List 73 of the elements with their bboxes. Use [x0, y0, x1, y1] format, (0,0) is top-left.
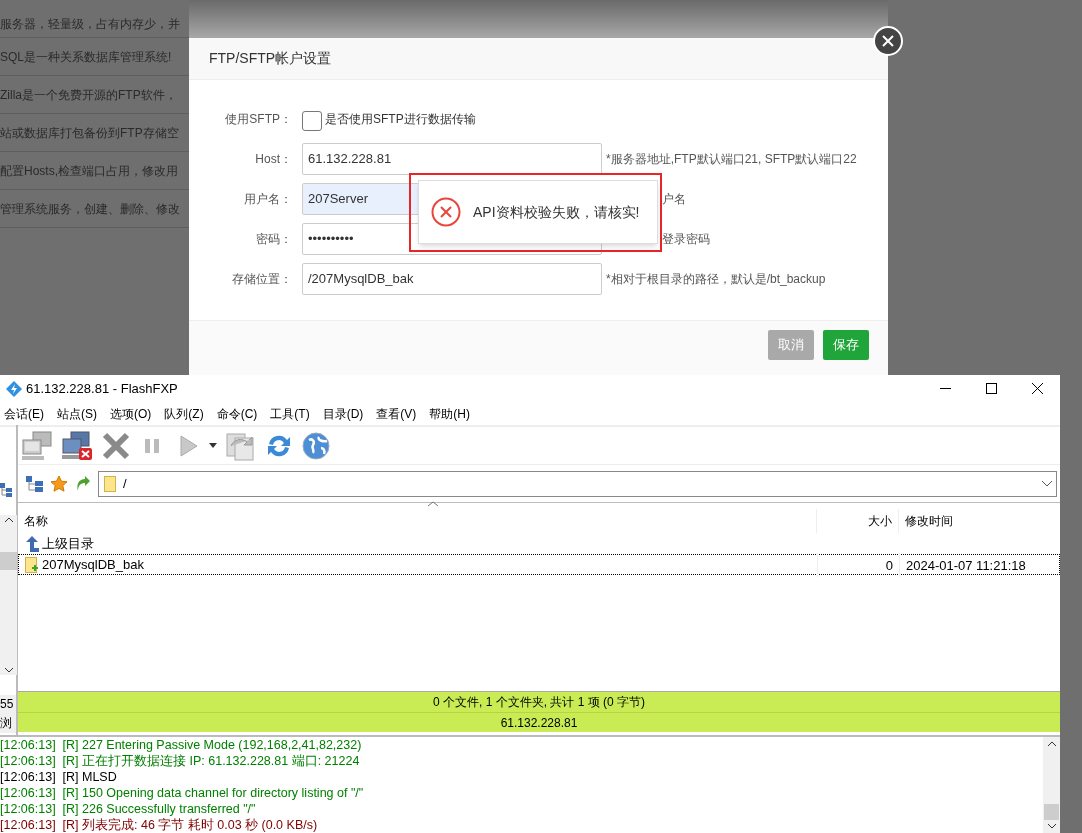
menu-item[interactable]: 队列(Z) — [164, 404, 204, 423]
log-line: [12:06:13] [R] 正在打开数据连接 IP: 61.132.228.81 端口: 21224 — [0, 753, 361, 769]
dialog-title: FTP/SFTP帐户设置 — [209, 49, 332, 68]
log-line: [12:06:13] [R] 列表完成: 46 字节 耗时 0.03 秒 (0.0 KB/s) — [0, 817, 319, 833]
log-line: [12:06:13] [R] 226 Successfully transferred "/" — [0, 801, 257, 817]
field-label: 用户名： — [244, 192, 292, 206]
field-label: 使用SFTP： — [225, 112, 292, 126]
menu-item[interactable]: 查看(V) — [376, 404, 417, 423]
list-text: 服务器，轻量级，占有内存少，并 — [0, 16, 180, 33]
up-arrow-icon — [25, 535, 39, 552]
folder-icon — [104, 475, 116, 492]
file-size: 0 — [885, 557, 893, 573]
status-text: 61.132.228.81 — [18, 712, 1060, 732]
abort-icon[interactable] — [101, 430, 131, 461]
status-text: 0 个文件, 1 个文件夹, 共计 1 项 (0 字节) — [432, 694, 646, 711]
star-icon[interactable] — [50, 474, 68, 493]
tree-icon[interactable] — [26, 475, 44, 492]
log-line: [12:06:13] [R] 227 Entering Passive Mode (192,168,2,41,82,232) — [0, 737, 363, 753]
field-hint: *服务器地址,FTP默认端口21, SFTP默认端口22 — [606, 151, 857, 168]
checkbox[interactable] — [302, 110, 322, 131]
column-header[interactable]: 名称 — [24, 512, 48, 530]
pane-label: 55 — [0, 696, 15, 713]
window-title: 61.132.228.81 - FlashFXP — [26, 379, 179, 398]
field-label: Host： — [255, 152, 292, 166]
scroll-up-icon[interactable] — [1047, 741, 1056, 746]
globe-icon[interactable] — [301, 430, 331, 461]
menu-item[interactable]: 帮助(H) — [429, 404, 470, 423]
menu-item[interactable]: 目录(D) — [322, 404, 364, 423]
column-header[interactable]: 修改时间 — [905, 512, 953, 530]
file-name: 上级目录 — [42, 534, 94, 553]
file-row[interactable]: 207MysqlDB_bak 0 2024-01-07 11:21:18 — [18, 554, 1060, 575]
pane-label: 浏 — [0, 715, 13, 732]
caret-icon[interactable] — [209, 443, 217, 448]
field-label: 存储位置： — [232, 272, 292, 286]
list-text: 配置Hosts,检查端口占用，修改用 — [0, 162, 178, 180]
scrollbar[interactable] — [0, 515, 17, 675]
text-field[interactable]: /207MysqlDB_bak — [302, 263, 602, 295]
file-row[interactable]: 上级目录 — [18, 533, 1060, 554]
checkbox-label: 是否使用SFTP进行数据传输 — [325, 111, 476, 128]
error-icon — [431, 197, 461, 227]
menu-item[interactable]: 工具(T) — [270, 404, 310, 423]
scrollbar[interactable] — [1043, 737, 1060, 833]
menu-item[interactable]: 命令(C) — [216, 404, 258, 423]
menu-item[interactable]: 站点(S) — [57, 404, 97, 423]
computers-icon[interactable] — [21, 430, 53, 461]
file-name: 207MysqlDB_bak — [42, 555, 144, 574]
scroll-thumb[interactable] — [0, 552, 17, 570]
field-hint: 登录密码 — [662, 231, 710, 248]
menu-item[interactable]: 选项(O) — [110, 404, 152, 423]
disconnect-icon[interactable] — [61, 430, 93, 461]
text-field[interactable]: 61.132.228.81 — [302, 143, 602, 175]
app-logo-icon — [6, 380, 22, 397]
tree-icon[interactable] — [0, 483, 12, 497]
dropdown-icon[interactable] — [1042, 480, 1052, 487]
path-field[interactable]: / — [98, 470, 1057, 497]
field-hint: 户名 — [662, 191, 686, 208]
list-text: 站或数据库打包备份到FTP存储空 — [0, 124, 179, 142]
sort-icon — [428, 501, 438, 507]
list-text: 管理系统服务，创建、删除、修改 — [0, 200, 180, 218]
folder-icon — [25, 556, 39, 573]
file-date: 2024-01-07 11:21:18 — [906, 557, 1026, 573]
column-header[interactable]: 大小 — [868, 512, 892, 530]
close-icon[interactable] — [873, 26, 903, 56]
scroll-up-icon[interactable] — [4, 517, 13, 522]
toast-message: API资料校验失败，请核实! — [473, 202, 640, 222]
scroll-down-icon[interactable] — [1047, 824, 1056, 829]
scroll-thumb[interactable] — [1044, 804, 1059, 820]
field-label: 密码： — [256, 232, 292, 246]
menu-item[interactable]: 会话(E) — [4, 404, 44, 423]
log-line: [12:06:13] [R] 150 Opening data channel for directory listing of "/" — [0, 785, 365, 801]
field-hint: *相对于根目录的路径，默认是/bt_backup — [606, 271, 826, 288]
log-line: [12:06:13] [R] MLSD — [0, 769, 118, 785]
scroll-down-icon[interactable] — [4, 668, 13, 673]
